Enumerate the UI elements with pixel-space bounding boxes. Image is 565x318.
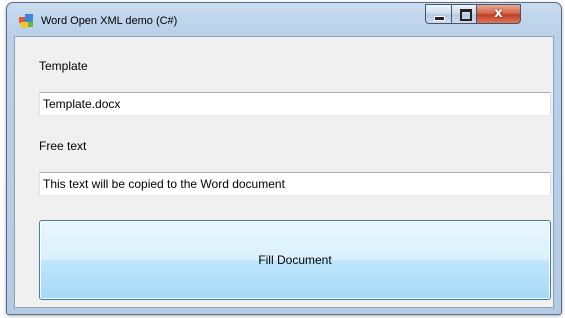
free-text-input[interactable]: This text will be copied to the Word doc… — [39, 172, 551, 196]
maximize-icon — [460, 9, 472, 21]
minimize-button[interactable] — [425, 4, 452, 24]
form-client-area: Template Template.docx Free text This te… — [14, 36, 554, 308]
fill-document-label: Fill Document — [258, 253, 332, 267]
fill-document-button[interactable]: Fill Document — [39, 220, 551, 300]
app-window: Word Open XML demo (C#) x Template Templ… — [6, 2, 562, 315]
close-button[interactable]: x — [476, 4, 521, 24]
window-title: Word Open XML demo (C#) — [41, 15, 178, 27]
title-bar[interactable]: Word Open XML demo (C#) x — [7, 3, 561, 36]
free-text-label: Free text — [39, 139, 87, 153]
maximize-button[interactable] — [451, 4, 477, 24]
minimize-icon — [434, 16, 445, 21]
template-input[interactable]: Template.docx — [39, 92, 551, 116]
close-icon: x — [494, 6, 503, 21]
template-label: Template — [39, 59, 88, 73]
windows-form-icon — [19, 14, 33, 28]
